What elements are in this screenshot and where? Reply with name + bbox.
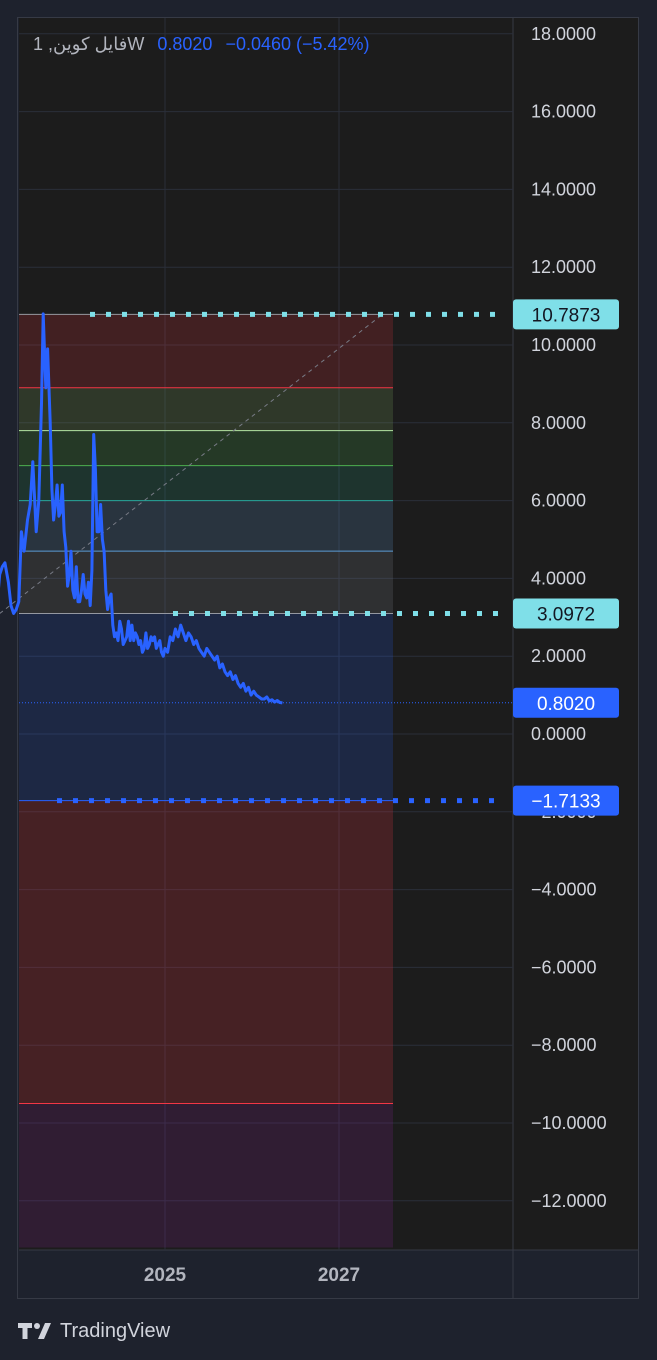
y-tick-label: −4.0000 bbox=[531, 880, 597, 900]
y-tick-label: 14.0000 bbox=[531, 179, 596, 199]
fib-zone bbox=[19, 465, 393, 501]
last-price-label: 0.8020 bbox=[537, 694, 595, 715]
fib-zone bbox=[19, 800, 393, 1104]
level-mid-label: 3.0972 bbox=[537, 605, 595, 626]
x-tick-label: 2027 bbox=[318, 1265, 360, 1286]
fib-zone bbox=[19, 1103, 393, 1248]
y-tick-label: 4.0000 bbox=[531, 568, 586, 588]
y-tick-label: 10.0000 bbox=[531, 335, 596, 355]
level-high-label: 10.7873 bbox=[532, 305, 601, 326]
tradingview-logo-icon bbox=[18, 1323, 51, 1339]
y-tick-label: 8.0000 bbox=[531, 413, 586, 433]
y-tick-label: 2.0000 bbox=[531, 646, 586, 666]
y-tick-label: 12.0000 bbox=[531, 257, 596, 277]
fib-zone bbox=[19, 500, 393, 552]
price-axis bbox=[513, 18, 638, 1250]
fib-zone bbox=[19, 314, 393, 388]
y-tick-label: −12.0000 bbox=[531, 1191, 607, 1211]
y-tick-label: 6.0000 bbox=[531, 491, 586, 511]
y-tick-label: −10.0000 bbox=[531, 1113, 607, 1133]
tradingview-footer[interactable]: TradingView bbox=[18, 1318, 170, 1344]
chart-canvas[interactable]: 18.0000 16.0000 14.0000 12.0000 10.0000 8.000… bbox=[0, 0, 657, 1360]
tradingview-brand: TradingView bbox=[60, 1319, 171, 1342]
fib-zone bbox=[19, 387, 393, 431]
y-tick-label: 16.0000 bbox=[531, 102, 596, 122]
fib-zone bbox=[19, 613, 393, 801]
legend-symbol: فایل کوین, 1W bbox=[33, 34, 145, 54]
level-low-label: −1.7133 bbox=[531, 792, 600, 813]
legend-change: −0.0460 (−5.42%) bbox=[225, 34, 370, 54]
chart-legend: فایل کوین, 1W 0.8020 −0.0460 (−5.42%) bbox=[33, 34, 370, 55]
fib-zone bbox=[19, 430, 393, 466]
y-tick-label: 18.0000 bbox=[531, 24, 596, 44]
x-tick-label: 2025 bbox=[144, 1265, 187, 1286]
legend-price: 0.8020 bbox=[157, 34, 213, 54]
y-tick-label: −6.0000 bbox=[531, 957, 597, 977]
y-tick-label: 0.0000 bbox=[531, 724, 586, 744]
y-tick-label: −8.0000 bbox=[531, 1035, 597, 1055]
